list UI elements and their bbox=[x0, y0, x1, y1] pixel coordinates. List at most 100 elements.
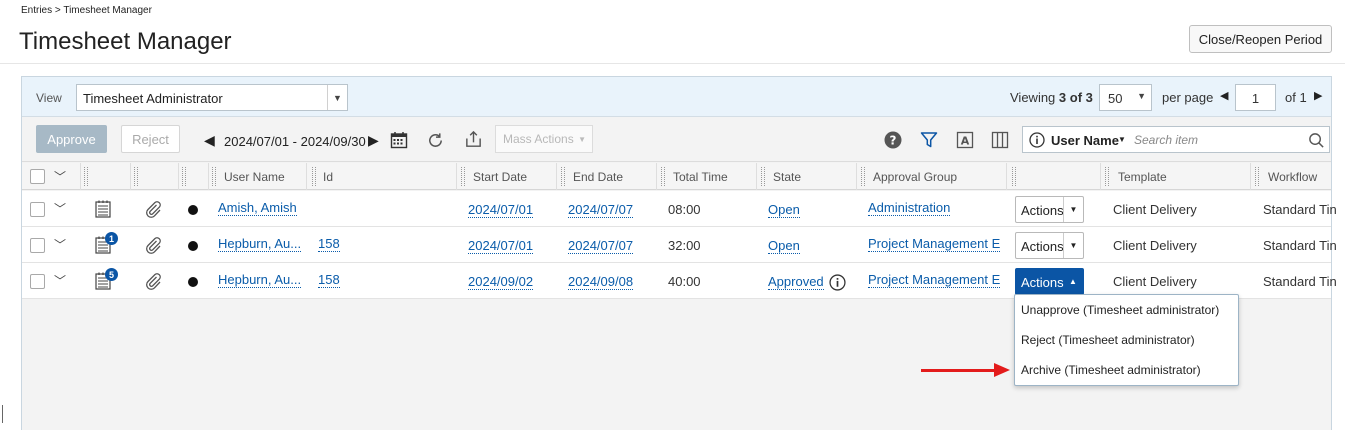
user-name-link[interactable]: Hepburn, Au... bbox=[218, 236, 302, 252]
per-page-label: per page bbox=[1162, 90, 1214, 105]
column-resize-handle[interactable] bbox=[134, 167, 138, 186]
template-cell: Client Delivery bbox=[1113, 202, 1197, 217]
column-resize-handle[interactable] bbox=[312, 167, 316, 186]
column-header-state[interactable]: State bbox=[773, 163, 801, 190]
column-resize-handle[interactable] bbox=[661, 167, 665, 186]
column-header-id[interactable]: Id bbox=[323, 163, 333, 190]
menu-item-unapprove[interactable]: Unapprove (Timesheet administrator) bbox=[1021, 303, 1219, 317]
column-resize-handle[interactable] bbox=[1255, 167, 1259, 186]
end-date-link[interactable]: 2024/09/08 bbox=[568, 274, 634, 290]
column-header-total-time[interactable]: Total Time bbox=[673, 163, 728, 190]
calendar-icon[interactable] bbox=[388, 129, 410, 151]
paperclip-icon[interactable] bbox=[143, 199, 163, 219]
state-link[interactable]: Open bbox=[768, 202, 800, 218]
column-resize-handle[interactable] bbox=[761, 167, 765, 186]
page: Entries > Timesheet Manager Timesheet Ma… bbox=[0, 0, 1345, 430]
previous-page-icon[interactable]: ◀ bbox=[1220, 89, 1228, 102]
start-date-link[interactable]: 2024/07/01 bbox=[468, 202, 534, 218]
total-time: 08:00 bbox=[668, 202, 701, 217]
close-reopen-period-button[interactable]: Close/Reopen Period bbox=[1189, 25, 1332, 53]
table-header: ﹀ User Name Id Start Date End Date Total… bbox=[22, 163, 1331, 190]
row-checkbox[interactable] bbox=[30, 274, 45, 289]
viewing-count: Viewing 3 of 3 bbox=[1010, 90, 1093, 105]
column-header-workflow[interactable]: Workflow bbox=[1268, 163, 1317, 190]
timesheet-notes-icon[interactable] bbox=[94, 199, 112, 219]
caret-down-icon[interactable]: ▼ bbox=[1118, 135, 1126, 144]
row-checkbox[interactable] bbox=[30, 238, 45, 253]
approval-group-link[interactable]: Project Management E bbox=[868, 236, 1001, 252]
date-range[interactable]: 2024/07/01 - 2024/09/30 bbox=[224, 134, 366, 149]
column-resize-handle[interactable] bbox=[212, 167, 216, 186]
search-field-selector[interactable]: User Name bbox=[1051, 133, 1119, 148]
approval-group-link[interactable]: Administration bbox=[868, 200, 951, 216]
svg-text:?: ? bbox=[890, 134, 897, 148]
column-resize-handle[interactable] bbox=[861, 167, 865, 186]
menu-item-reject[interactable]: Reject (Timesheet administrator) bbox=[1021, 333, 1195, 347]
page-number-input[interactable]: 1 bbox=[1235, 84, 1276, 111]
column-resize-handle[interactable] bbox=[84, 167, 88, 186]
approval-group-link[interactable]: Project Management E bbox=[868, 272, 1001, 288]
toolbar: Approve Reject ◀ 2024/07/01 - 2024/09/30… bbox=[22, 118, 1331, 162]
start-date-link[interactable]: 2024/07/01 bbox=[468, 238, 534, 254]
next-period-icon[interactable]: ▶ bbox=[368, 132, 379, 149]
user-name-link[interactable]: Amish, Amish bbox=[218, 200, 297, 216]
filter-icon[interactable] bbox=[918, 129, 940, 151]
chevron-down-icon[interactable]: ﹀ bbox=[54, 272, 66, 289]
breadcrumb[interactable]: Entries > Timesheet Manager bbox=[21, 5, 152, 16]
column-header-approval-group[interactable]: Approval Group bbox=[873, 163, 957, 190]
status-dot bbox=[188, 241, 198, 251]
column-header-start-date[interactable]: Start Date bbox=[473, 163, 527, 190]
caret-down-icon: ▼ bbox=[327, 85, 347, 110]
text-format-icon[interactable]: A bbox=[954, 129, 976, 151]
id-link[interactable]: 158 bbox=[318, 272, 340, 288]
status-dot bbox=[188, 205, 198, 215]
table-row[interactable]: ﹀ Amish, Amish 2024/07/01 2024/07/07 08:… bbox=[22, 191, 1337, 227]
info-icon[interactable] bbox=[828, 273, 846, 291]
column-header-template[interactable]: Template bbox=[1118, 163, 1167, 190]
column-header-user-name[interactable]: User Name bbox=[224, 163, 285, 190]
previous-period-icon[interactable]: ◀ bbox=[204, 132, 215, 149]
caret-down-icon: ▼ bbox=[1063, 233, 1083, 258]
next-page-icon[interactable]: ▶ bbox=[1314, 89, 1322, 102]
paperclip-icon[interactable] bbox=[143, 271, 163, 291]
export-icon[interactable] bbox=[462, 128, 484, 150]
select-all-checkbox[interactable] bbox=[30, 169, 45, 184]
mass-actions-button[interactable]: Mass Actions ▼ bbox=[495, 125, 593, 153]
search-box[interactable]: User Name ▼ Search item bbox=[1022, 126, 1330, 153]
view-select[interactable]: Timesheet Administrator ▼ bbox=[76, 84, 348, 111]
state-link[interactable]: Open bbox=[768, 238, 800, 254]
refresh-icon[interactable] bbox=[424, 129, 446, 151]
actions-button[interactable]: Actions ▼ bbox=[1015, 196, 1084, 223]
column-resize-handle[interactable] bbox=[1105, 167, 1109, 186]
search-icon[interactable] bbox=[1307, 131, 1325, 149]
search-input[interactable]: Search item bbox=[1134, 133, 1198, 147]
state-link[interactable]: Approved bbox=[768, 274, 824, 290]
column-resize-handle[interactable] bbox=[1012, 167, 1016, 186]
menu-item-archive[interactable]: Archive (Timesheet administrator) bbox=[1021, 363, 1201, 377]
paperclip-icon[interactable] bbox=[143, 235, 163, 255]
column-resize-handle[interactable] bbox=[182, 167, 186, 186]
actions-button[interactable]: Actions ▲ bbox=[1015, 268, 1084, 295]
column-resize-handle[interactable] bbox=[461, 167, 465, 186]
start-date-link[interactable]: 2024/09/02 bbox=[468, 274, 534, 290]
id-link[interactable]: 158 bbox=[318, 236, 340, 252]
end-date-link[interactable]: 2024/07/07 bbox=[568, 238, 634, 254]
chevron-down-icon[interactable]: ﹀ bbox=[54, 168, 66, 185]
chevron-down-icon[interactable]: ﹀ bbox=[54, 236, 66, 253]
table-row[interactable]: ﹀ 1 Hepburn, Au... 158 2024/07/01 2024/0… bbox=[22, 227, 1337, 263]
notes-count-badge: 5 bbox=[105, 268, 118, 281]
row-checkbox[interactable] bbox=[30, 202, 45, 217]
user-name-link[interactable]: Hepburn, Au... bbox=[218, 272, 302, 288]
help-icon[interactable]: ? bbox=[882, 129, 904, 151]
approve-button[interactable]: Approve bbox=[36, 125, 107, 153]
per-page-select[interactable]: 50 ▼ bbox=[1099, 84, 1152, 111]
actions-button[interactable]: Actions ▼ bbox=[1015, 232, 1084, 259]
end-date-link[interactable]: 2024/07/07 bbox=[568, 202, 634, 218]
view-select-value: Timesheet Administrator bbox=[83, 91, 223, 106]
chevron-down-icon[interactable]: ﹀ bbox=[54, 200, 66, 217]
page-total: of 1 bbox=[1285, 90, 1307, 105]
reject-button[interactable]: Reject bbox=[121, 125, 180, 153]
column-resize-handle[interactable] bbox=[561, 167, 565, 186]
column-header-end-date[interactable]: End Date bbox=[573, 163, 623, 190]
columns-icon[interactable] bbox=[989, 129, 1011, 151]
